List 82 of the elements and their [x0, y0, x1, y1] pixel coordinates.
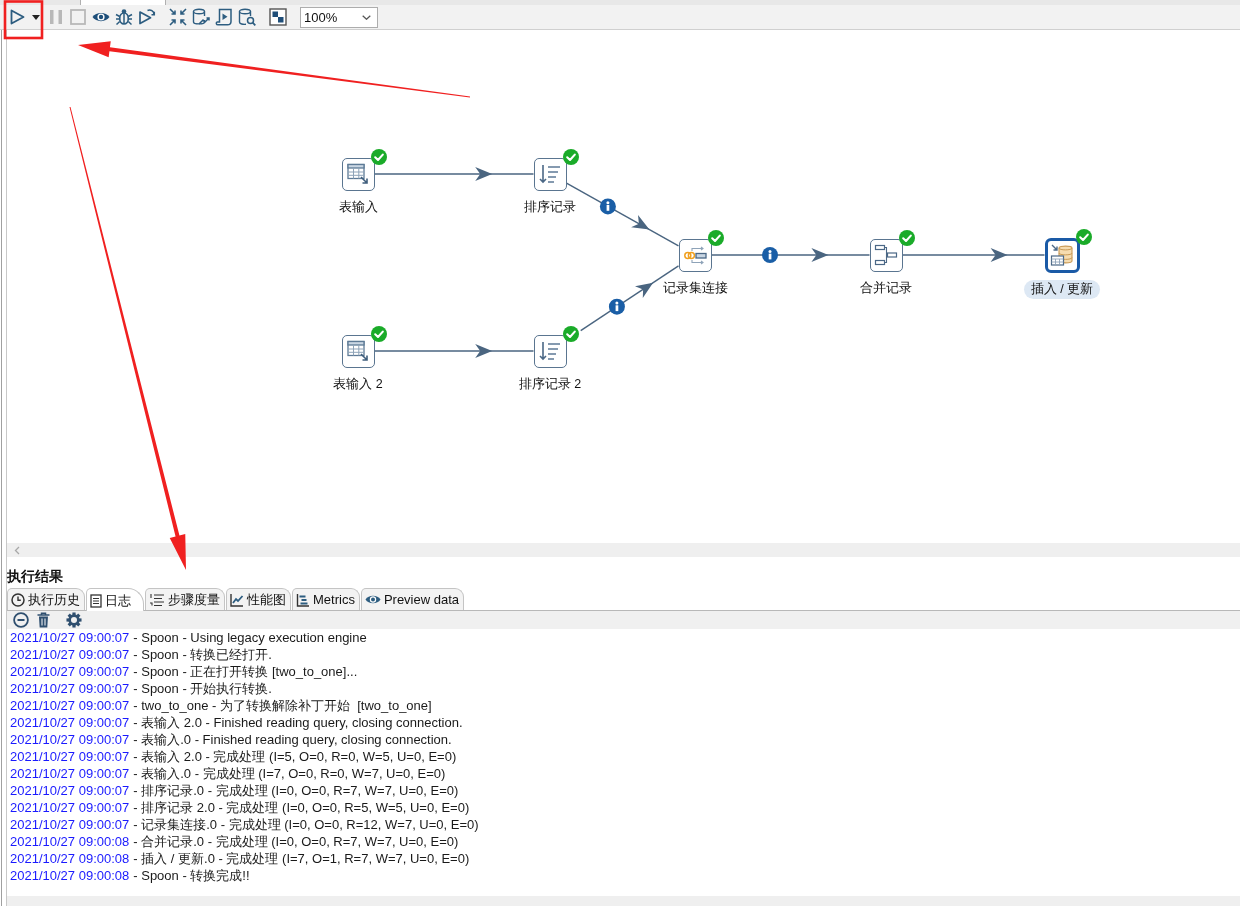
log-timestamp: 2021/10/27 09:00:07	[10, 629, 130, 646]
step-label: 记录集连接	[662, 280, 728, 296]
log-timestamp: 2021/10/27 09:00:08	[10, 850, 130, 867]
trash-icon[interactable]	[37, 612, 50, 628]
tab[interactable]: 执行历史	[7, 588, 85, 610]
log-timestamp: 2021/10/27 09:00:07	[10, 731, 130, 748]
horizontal-scrollbar[interactable]	[7, 543, 1240, 557]
highlight-frame	[3, 0, 44, 40]
clock-icon	[11, 592, 25, 607]
play-icon[interactable]	[8, 8, 26, 26]
step-label: 表输入 2	[333, 376, 383, 392]
log-timestamp: 2021/10/27 09:00:07	[10, 799, 130, 816]
log-timestamp: 2021/10/27 09:00:07	[10, 663, 130, 680]
minus-circle-icon[interactable]	[13, 612, 29, 628]
sort-icon[interactable]	[533, 157, 567, 191]
log-message: - Spoon - 转换完成!!	[133, 867, 250, 884]
log-timestamp: 2021/10/27 09:00:07	[10, 680, 130, 697]
database-arrow-icon[interactable]	[192, 8, 210, 26]
tab[interactable]: Metrics	[292, 588, 360, 610]
eye-icon	[364, 594, 381, 605]
tab[interactable]: 步骤度量	[145, 588, 225, 610]
hop-arrow[interactable]	[710, 247, 871, 263]
log-message: - 排序记录 2.0 - 完成处理 (I=0, O=0, R=5, W=5, U=0, E=0)	[133, 799, 470, 816]
zoom-combobox[interactable]: 100%	[300, 6, 378, 28]
log-timestamp: 2021/10/27 09:00:07	[10, 816, 130, 833]
tab[interactable]: 性能图	[226, 588, 291, 610]
log-timestamp: 2021/10/27 09:00:07	[10, 765, 130, 782]
log-timestamp: 2021/10/27 09:00:07	[10, 646, 130, 663]
database-icon[interactable]	[1044, 237, 1080, 273]
step-label: 插入 / 更新	[1023, 279, 1101, 299]
hop-arrow[interactable]	[901, 248, 1046, 262]
compress-arrows-icon[interactable]	[169, 8, 187, 26]
log-timestamp: 2021/10/27 09:00:07	[10, 714, 130, 731]
step-label: 排序记录	[524, 199, 576, 215]
log-message: - 插入 / 更新.0 - 完成处理 (I=7, O=1, R=7, W=7, U=0, E=0)	[133, 850, 470, 867]
info-icon	[608, 298, 625, 315]
step-label: 排序记录 2	[518, 376, 582, 392]
log-message: - Spoon - 正在打开转换 [two_to_one]...	[133, 663, 358, 680]
log-message: - 合并记录.0 - 完成处理 (I=0, O=0, R=7, W=7, U=0, E=0)	[133, 833, 459, 850]
caret-down-icon[interactable]	[32, 14, 40, 20]
settings-icon[interactable]	[66, 612, 82, 628]
log-message: - Spoon - 开始执行转换.	[133, 680, 272, 697]
log-timestamp: 2021/10/27 09:00:07	[10, 748, 130, 765]
bug-icon[interactable]	[115, 8, 133, 26]
log-message: - two_to_one - 为了转换解除补丁开始 [two_to_one]	[133, 697, 432, 714]
document-icon	[90, 593, 102, 608]
merge-icon[interactable]	[869, 238, 903, 272]
table-icon[interactable]	[341, 157, 375, 191]
hop-arrow[interactable]	[373, 344, 535, 358]
tab[interactable]: Preview data	[360, 588, 465, 610]
log-message: - 表输入.0 - 完成处理 (I=7, O=0, R=0, W=7, U=0, E=0)	[133, 765, 446, 782]
info-icon	[599, 198, 616, 215]
log-timestamp: 2021/10/27 09:00:07	[10, 697, 130, 714]
log-message: - 排序记录.0 - 完成处理 (I=0, O=0, R=7, W=7, U=0, E=0)	[133, 782, 459, 799]
panel-title: 执行结果	[7, 567, 63, 586]
log-timestamp: 2021/10/27 09:00:08	[10, 833, 130, 850]
database-search-icon[interactable]	[238, 8, 256, 26]
step-label: 表输入	[338, 199, 378, 215]
play-loop-icon[interactable]	[138, 8, 156, 26]
log-timestamp: 2021/10/27 09:00:07	[10, 782, 130, 799]
table-icon[interactable]	[341, 334, 375, 368]
line-chart-icon	[230, 592, 244, 607]
log-message: - 记录集连接.0 - 完成处理 (I=0, O=0, R=12, W=7, U=0, E=0)	[133, 816, 479, 833]
sort-icon[interactable]	[533, 334, 567, 368]
bar-list-icon	[296, 592, 310, 607]
join-icon[interactable]	[678, 238, 712, 272]
log-message: - Spoon - 转换已经打开.	[133, 646, 272, 663]
step-label: 合并记录	[860, 280, 912, 296]
chevron-down-icon[interactable]	[362, 14, 371, 20]
tab[interactable]: 日志	[86, 588, 144, 612]
log-message: - Spoon - Using legacy execution engine	[133, 629, 367, 646]
horizontal-scrollbar[interactable]	[7, 896, 1240, 906]
numbered-list-icon	[149, 592, 165, 607]
eye-icon[interactable]	[92, 11, 110, 23]
log-message: - 表输入.0 - Finished reading query, closing connection.	[133, 731, 452, 748]
log-message: - 表输入 2.0 - 完成处理 (I=5, O=0, R=0, W=5, U=0, E=0)	[133, 748, 457, 765]
info-icon	[762, 247, 778, 263]
log-message: - 表输入 2.0 - Finished reading query, closing connection.	[133, 714, 463, 731]
hop-arrow[interactable]	[373, 167, 535, 181]
log-timestamp: 2021/10/27 09:00:08	[10, 867, 130, 884]
scroll-icon[interactable]	[215, 8, 233, 26]
quadrant-square-icon[interactable]	[269, 8, 287, 26]
